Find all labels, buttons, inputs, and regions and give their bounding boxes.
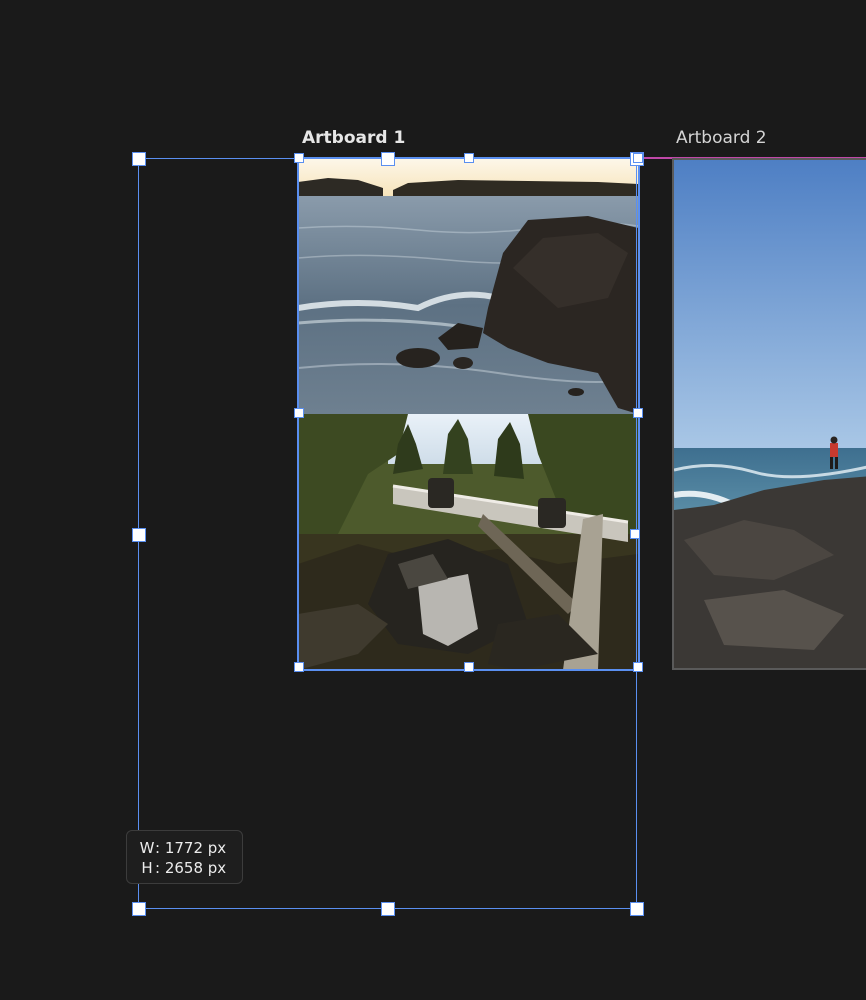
image-handle-middle-right[interactable] (633, 408, 643, 418)
image-handle-top-right[interactable] (633, 153, 643, 163)
height-readout: H: 2658 px (139, 858, 242, 878)
artboard-1-label[interactable]: Artboard 1 (302, 128, 405, 148)
coast-photo-graphic (298, 158, 638, 414)
image-handle-right-center[interactable] (630, 529, 640, 539)
coast-rocks-sunset-photo[interactable] (298, 158, 638, 414)
resize-handle-bottom-center[interactable] (381, 902, 395, 916)
resize-handle-top-center[interactable] (381, 152, 395, 166)
image-handle-bottom-left[interactable] (294, 662, 304, 672)
resize-handle-top-left[interactable] (132, 152, 146, 166)
image-handle-top-left[interactable] (294, 153, 304, 163)
height-value: 2658 px (164, 859, 227, 877)
height-key: H (141, 859, 153, 877)
artboard-2-label[interactable]: Artboard 2 (676, 128, 767, 148)
image-handle-bottom-center[interactable] (464, 662, 474, 672)
artboard-1[interactable] (298, 158, 638, 670)
image-handle-top-center[interactable] (464, 153, 474, 163)
artboard-2[interactable] (672, 158, 866, 670)
width-readout: W: 1772 px (139, 838, 242, 858)
image-handle-bottom-right[interactable] (633, 662, 643, 672)
hiker-photo-graphic (674, 160, 866, 668)
width-value: 1772 px (164, 839, 227, 857)
hiker-on-rocky-shore-photo[interactable] (674, 160, 866, 668)
design-canvas[interactable]: Artboard 1 Artboard 2 W: 1772 px H: 265… (0, 0, 866, 1000)
width-sep: : (155, 839, 161, 857)
image-handle-middle-left[interactable] (294, 408, 304, 418)
resize-handle-middle-left[interactable] (132, 528, 146, 542)
forest-plane-wreck-photo[interactable] (298, 414, 638, 670)
size-readout-tooltip: W: 1772 px H: 2658 px (126, 830, 243, 884)
forest-photo-graphic (298, 414, 638, 670)
height-sep: : (155, 859, 161, 877)
resize-handle-bottom-left[interactable] (132, 902, 146, 916)
resize-handle-bottom-right[interactable] (630, 902, 644, 916)
width-key: W (139, 839, 155, 857)
